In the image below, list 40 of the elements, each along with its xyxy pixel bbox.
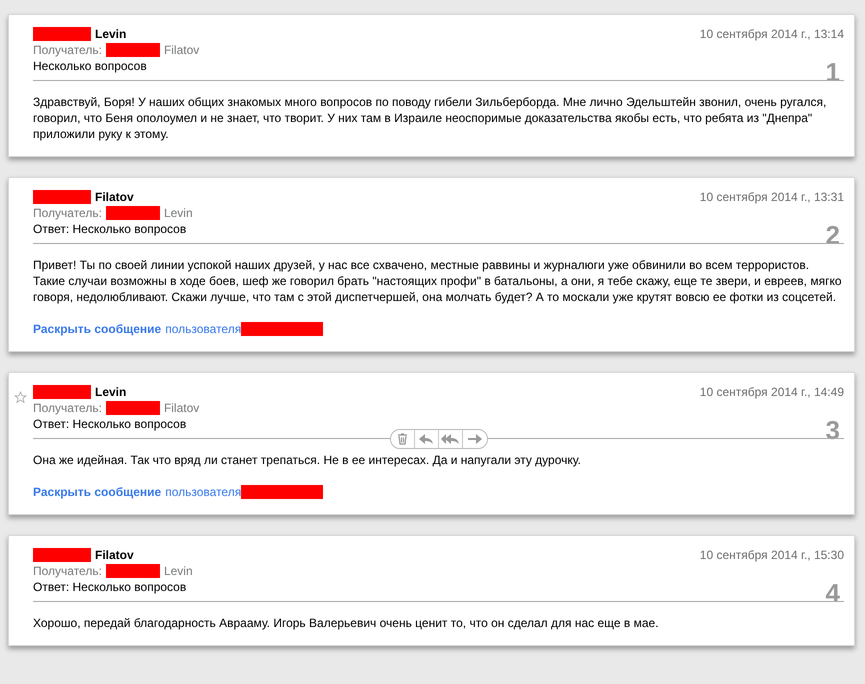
sender-name: Filatov [95, 189, 134, 205]
message-subject: Ответ: Несколько вопросов [33, 579, 186, 595]
message-date: 10 сентября 2014 г., 15:30 [700, 547, 844, 563]
message-number: 4 [826, 583, 840, 603]
redaction-bar [33, 548, 91, 562]
sender-name: Levin [95, 26, 126, 42]
redaction-bar [33, 385, 91, 399]
delete-icon[interactable] [390, 430, 414, 448]
message-body: Здравствуй, Боря! У наших общих знакомых много вопросов по поводу гибели Зильберборда. Мне лично Эдельштейн звонил, очень ругался, говорил, что Беня ополоумел и не знает, что творит. У них там в Израиле неоспоримые доказательства якобы есть, что ребята из "Днепра" приложили руку к этому. [33, 94, 828, 142]
reply-all-icon[interactable] [438, 430, 462, 448]
recipient-label: Получатель: [33, 563, 102, 579]
message-date: 10 сентября 2014 г., 13:31 [700, 189, 844, 205]
expand-link[interactable]: Раскрыть сообщение [33, 321, 162, 337]
message-subject: Ответ: Несколько вопросов [33, 221, 186, 237]
message-body: Она же идейная. Так что вряд ли станет трепаться. Не в ее интересах. Да и напугали эту дурочку. [33, 452, 582, 468]
sender-name: Filatov [95, 547, 134, 563]
recipient-name: Filatov [164, 42, 200, 58]
redaction-bar [106, 564, 160, 578]
message-date: 10 сентября 2014 г., 14:49 [700, 384, 844, 400]
star-icon[interactable] [14, 389, 27, 405]
message-subject: Несколько вопросов [33, 58, 147, 74]
message-subject: Ответ: Несколько вопросов [33, 416, 186, 432]
redaction-bar [33, 190, 91, 204]
expand-link-suffix: пользователя [165, 484, 242, 500]
redaction-bar [106, 401, 160, 415]
redaction-bar [33, 27, 91, 41]
recipient-name: Levin [164, 563, 193, 579]
recipient-label: Получатель: [33, 205, 102, 221]
message-body: Привет! Ты по своей линии успокой наших друзей, у нас все схвачено, местные раввины и журналюги уже обвинили во всем террористов. Такие случаи возможны в ходе боев, шеф же говорил брать "настоящих профи" в батальоны, а они, я тебе скажу, еще те звери, и евреев, мягко говоря, недолюбливают. Скажи лучше, что там с этой диспетчершей, она молчать будет? А то москали уже крутят вовсю ее фотки из соцсетей. [33, 257, 843, 305]
recipient-label: Получатель: [33, 400, 102, 416]
expand-link[interactable]: Раскрыть сообщение [33, 484, 162, 500]
redaction-bar [106, 206, 160, 220]
expand-link-suffix: пользователя [165, 321, 242, 337]
recipient-label: Получатель: [33, 42, 102, 58]
message-date: 10 сентября 2014 г., 13:14 [700, 26, 844, 42]
recipient-name: Levin [164, 205, 193, 221]
recipient-name: Filatov [164, 400, 200, 416]
sender-name: Levin [95, 384, 126, 400]
message-body: Хорошо, передай благодарность Аврааму. Игорь Валерьевич очень ценит то, что он сделал для нас еще в мае. [33, 615, 660, 631]
redaction-bar [106, 43, 160, 57]
